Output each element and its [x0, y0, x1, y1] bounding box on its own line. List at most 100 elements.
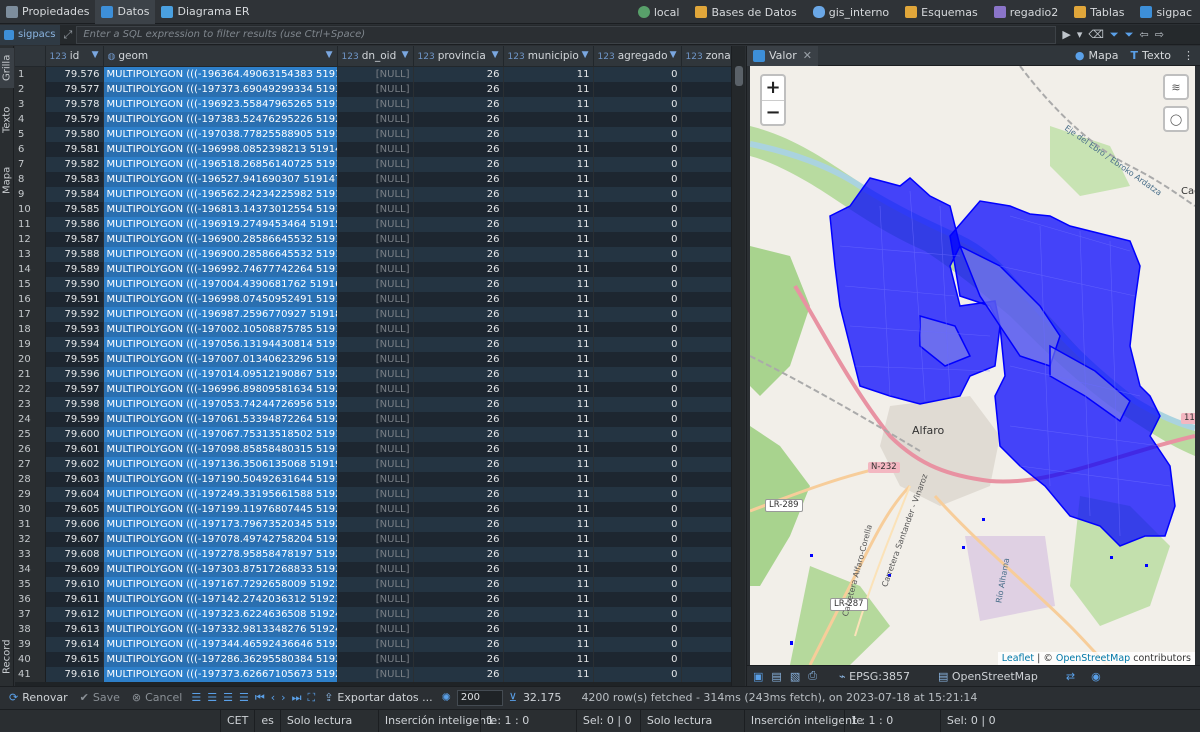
- cell-id[interactable]: 79.597: [45, 381, 104, 397]
- cell-dn-oid[interactable]: [NULL]: [337, 441, 414, 457]
- cell-dn-oid[interactable]: [NULL]: [337, 471, 414, 487]
- cell-agregado[interactable]: 0: [593, 336, 682, 352]
- cell-provincia[interactable]: 26: [413, 501, 504, 517]
- cell-provincia[interactable]: 26: [413, 306, 504, 322]
- row-number[interactable]: 19: [15, 336, 46, 352]
- cell-id[interactable]: 79.581: [45, 141, 104, 157]
- cell-provincia[interactable]: 26: [413, 651, 504, 667]
- cell-agregado[interactable]: 0: [593, 216, 682, 232]
- tab-valor[interactable]: Valor ✕: [747, 45, 818, 66]
- cell-provincia[interactable]: 26: [413, 66, 504, 82]
- cell-geom[interactable]: MULTIPOLYGON (((-196518.26856140725 5191…: [103, 156, 338, 172]
- cell-provincia[interactable]: 26: [413, 456, 504, 472]
- cell-municipio[interactable]: 11: [503, 276, 594, 292]
- filter-icon[interactable]: ⏷: [1110, 28, 1119, 42]
- cell-provincia[interactable]: 26: [413, 636, 504, 652]
- cell-dn-oid[interactable]: [NULL]: [337, 621, 414, 637]
- cell-geom[interactable]: MULTIPOLYGON (((-196900.28586645532 5191…: [103, 246, 338, 262]
- table-row[interactable]: 17 79.592 MULTIPOLYGON (((-196987.25967709…: [15, 306, 745, 322]
- swap-icon[interactable]: ⇄: [1066, 670, 1075, 683]
- back-icon[interactable]: ⇦: [1140, 28, 1149, 41]
- cell-agregado[interactable]: 0: [593, 96, 682, 112]
- cell-dn-oid[interactable]: [NULL]: [337, 381, 414, 397]
- cell-municipio[interactable]: 11: [503, 156, 594, 172]
- cell-provincia[interactable]: 26: [413, 171, 504, 187]
- export-button[interactable]: ⇪ Exportar datos ...: [321, 691, 435, 704]
- crumb-bases[interactable]: Bases de Datos: [687, 6, 804, 19]
- zoom-out-button[interactable]: −: [762, 100, 784, 124]
- save-button[interactable]: ✔ Save: [77, 691, 123, 704]
- table-row[interactable]: 3 79.578 MULTIPOLYGON (((-196923.558479652…: [15, 96, 745, 112]
- cell-provincia[interactable]: 26: [413, 486, 504, 502]
- crs-selector[interactable]: ⌁ EPSG:3857: [839, 670, 910, 683]
- sort-icon[interactable]: ▼: [582, 50, 589, 60]
- cell-provincia[interactable]: 26: [413, 426, 504, 442]
- cancel-button[interactable]: ⊗ Cancel: [129, 691, 185, 704]
- cell-municipio[interactable]: 11: [503, 591, 594, 607]
- row-number[interactable]: 39: [15, 636, 46, 652]
- cell-geom[interactable]: MULTIPOLYGON (((-197061.53394872264 5192…: [103, 411, 338, 427]
- cell-municipio[interactable]: 11: [503, 81, 594, 97]
- cell-geom[interactable]: MULTIPOLYGON (((-196996.89809581634 5192…: [103, 381, 338, 397]
- forward-icon[interactable]: ⇨: [1155, 28, 1164, 41]
- cell-municipio[interactable]: 11: [503, 381, 594, 397]
- row-number[interactable]: 13: [15, 246, 46, 262]
- row-number[interactable]: 28: [15, 471, 46, 487]
- table-row[interactable]: 41 79.616 MULTIPOLYGON (((-197373.62667105…: [15, 666, 745, 682]
- cell-id[interactable]: 79.615: [45, 651, 104, 667]
- cell-dn-oid[interactable]: [NULL]: [337, 246, 414, 262]
- cell-id[interactable]: 79.588: [45, 246, 104, 262]
- cell-provincia[interactable]: 26: [413, 96, 504, 112]
- cell-id[interactable]: 79.605: [45, 501, 104, 517]
- cell-agregado[interactable]: 0: [593, 171, 682, 187]
- cell-id[interactable]: 79.580: [45, 126, 104, 142]
- cell-id[interactable]: 79.600: [45, 426, 104, 442]
- cell-municipio[interactable]: 11: [503, 651, 594, 667]
- column-header-provincia[interactable]: 123 provincia ▼: [413, 46, 504, 67]
- fetch-size-input[interactable]: 200: [456, 689, 503, 706]
- cell-agregado[interactable]: 0: [593, 81, 682, 97]
- cell-dn-oid[interactable]: [NULL]: [337, 66, 414, 82]
- table-row[interactable]: 35 79.610 MULTIPOLYGON (((-197167.72926580…: [15, 576, 745, 592]
- tab-diagrama-er[interactable]: Diagrama ER: [155, 0, 255, 24]
- cell-municipio[interactable]: 11: [503, 246, 594, 262]
- row-number[interactable]: 2: [15, 81, 46, 97]
- cell-municipio[interactable]: 11: [503, 471, 594, 487]
- cell-municipio[interactable]: 11: [503, 186, 594, 202]
- cell-municipio[interactable]: 11: [503, 126, 594, 142]
- table-row[interactable]: 30 79.605 MULTIPOLYGON (((-197199.11976807…: [15, 501, 745, 517]
- cell-geom[interactable]: MULTIPOLYGON (((-196987.2596770927 51918…: [103, 306, 338, 322]
- row-number[interactable]: 3: [15, 96, 46, 112]
- cell-id[interactable]: 79.587: [45, 231, 104, 247]
- cell-geom[interactable]: MULTIPOLYGON (((-197332.9813348276 51924…: [103, 621, 338, 637]
- cell-geom[interactable]: MULTIPOLYGON (((-197303.87517268833 5192…: [103, 561, 338, 577]
- cell-geom[interactable]: MULTIPOLYGON (((-196998.07450952491 5191…: [103, 291, 338, 307]
- cell-id[interactable]: 79.598: [45, 396, 104, 412]
- table-row[interactable]: 19 79.594 MULTIPOLYGON (((-197056.13194430…: [15, 336, 745, 352]
- cell-geom[interactable]: MULTIPOLYGON (((-196919.2749453464 51915…: [103, 216, 338, 232]
- eraser-icon[interactable]: ⌫: [1088, 28, 1104, 41]
- row-number[interactable]: 37: [15, 606, 46, 622]
- cell-provincia[interactable]: 26: [413, 531, 504, 547]
- image-icon[interactable]: ▤: [771, 670, 781, 683]
- cell-municipio[interactable]: 11: [503, 366, 594, 382]
- tab-propiedades[interactable]: Propiedades: [0, 0, 95, 24]
- cell-dn-oid[interactable]: [NULL]: [337, 276, 414, 292]
- row-number[interactable]: 27: [15, 456, 46, 472]
- cell-dn-oid[interactable]: [NULL]: [337, 486, 414, 502]
- sort-icon[interactable]: ▼: [402, 50, 409, 60]
- tab-grilla[interactable]: Grilla: [0, 48, 14, 88]
- cell-id[interactable]: 79.583: [45, 171, 104, 187]
- row-number[interactable]: 30: [15, 501, 46, 517]
- crumb-local[interactable]: local: [630, 6, 688, 19]
- cell-provincia[interactable]: 26: [413, 186, 504, 202]
- cell-provincia[interactable]: 26: [413, 321, 504, 337]
- cell-agregado[interactable]: 0: [593, 231, 682, 247]
- cell-geom[interactable]: MULTIPOLYGON (((-197056.13194430814 5191…: [103, 336, 338, 352]
- cell-dn-oid[interactable]: [NULL]: [337, 426, 414, 442]
- cell-geom[interactable]: MULTIPOLYGON (((-197286.36295580384 5192…: [103, 651, 338, 667]
- table-row[interactable]: 8 79.583 MULTIPOLYGON (((-196527.941690307…: [15, 171, 745, 187]
- fetch-all-icon[interactable]: ⛶: [307, 691, 315, 705]
- sort-icon[interactable]: ▼: [92, 50, 99, 60]
- cell-geom[interactable]: MULTIPOLYGON (((-197007.01340623296 5191…: [103, 351, 338, 367]
